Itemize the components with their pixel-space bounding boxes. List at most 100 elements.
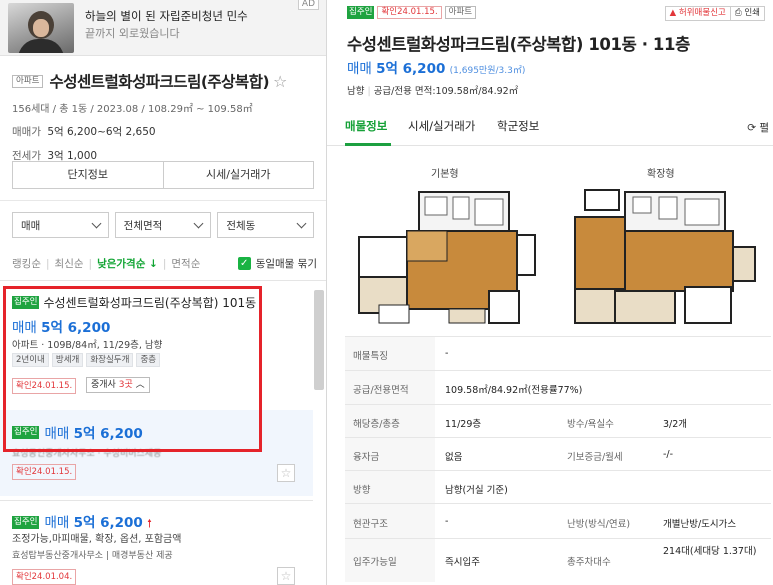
row-label: 난방(방식/연료) — [567, 519, 631, 530]
table-row: 현관구조 - 난방(방식/연료) 개별난방/도시가스 — [345, 503, 771, 538]
confirm-date: 확인24.01.15. — [12, 378, 77, 394]
listing-price: 매매 5억 6,200 — [12, 316, 110, 336]
trade-type: 매매 — [347, 61, 372, 77]
sort-ranking[interactable]: 랭킹순 — [12, 256, 41, 271]
row-value: 11/29층 — [445, 419, 482, 430]
confirm-date: 확인24.01.15. — [377, 6, 442, 19]
complex-type-tag: 아파트 — [12, 74, 44, 88]
print-button[interactable]: ⎙ 인쇄 — [729, 7, 764, 20]
complex-name: 수성센트럴화성파크드림(주상복합) — [49, 73, 270, 91]
divider — [0, 200, 326, 201]
sort-area[interactable]: 면적순 — [171, 256, 200, 271]
table-row: 매물특징 - — [345, 336, 771, 370]
row-value: - — [445, 516, 449, 527]
complex-info-button[interactable]: 단지정보 — [13, 162, 163, 188]
tab-listing-info[interactable]: 매물정보 — [345, 118, 387, 134]
row-label: 방향 — [353, 485, 371, 496]
list-scrollbar[interactable] — [314, 290, 324, 390]
row-value: 없음 — [445, 452, 463, 463]
floor-plan-basic-image[interactable] — [349, 187, 539, 327]
favorite-star-icon[interactable]: ☆ — [273, 72, 287, 91]
divider — [0, 280, 326, 281]
price-value: 5억 6,200 — [73, 426, 143, 442]
report-label: 허위매물신고 — [678, 8, 726, 18]
agents-label: 중개사 — [91, 380, 116, 390]
market-price-button[interactable]: 시세/실거래가 — [162, 162, 314, 188]
refresh-button[interactable]: ⟳ 펼 — [747, 120, 769, 135]
chevron-down-icon — [91, 218, 102, 228]
feature-tag: 방세개 — [51, 353, 84, 367]
agents-count: 3곳 — [118, 380, 133, 390]
detail-tools: ▲ 허위매물신고 ⎙ 인쇄 — [664, 6, 765, 21]
dong-select[interactable]: 전체동 — [217, 212, 315, 238]
feature-tag: 화장실두개 — [86, 353, 134, 367]
agents-toggle[interactable]: 중개사 3곳 ︿ — [86, 377, 150, 393]
area-value: 전체면적 — [123, 219, 163, 232]
floor-plan-extended-image[interactable] — [567, 187, 757, 327]
listing-description: 조정가능,마피매물, 확장, 옵션, 포함금액 — [12, 534, 182, 545]
confirm-date: 확인24.01.15. — [12, 464, 77, 480]
trade-type-value: 매매 — [21, 219, 41, 232]
trade-type-select[interactable]: 매매 — [12, 212, 109, 238]
favorite-star-icon[interactable]: ☆ — [277, 567, 295, 585]
ad-badge: AD — [297, 0, 319, 10]
price-value: 5억 6,200 — [73, 515, 143, 531]
sort-low-price[interactable]: 낮은가격순 ↓ — [97, 256, 158, 271]
ad-subline: 끝까지 외로웠습니다 — [85, 27, 180, 40]
detail-badges: 집주인 확인24.01.15. 아파트 — [347, 6, 477, 19]
area-select[interactable]: 전체면적 — [114, 212, 212, 238]
row-label: 융자금 — [353, 452, 380, 463]
chevron-down-icon — [296, 218, 307, 228]
row-value: 3/2개 — [663, 419, 688, 430]
group-same-listing-toggle[interactable]: ✓ 동일매물 묶기 — [237, 256, 317, 271]
owner-badge: 집주인 — [347, 6, 375, 19]
list-item[interactable]: 집주인 매매 5억 6,200 🠕 조정가능,마피매물, 확장, 옵션, 포함금… — [0, 500, 313, 585]
listing-price: 매매 5억 6,200 — [44, 422, 142, 442]
ad-banner[interactable]: 하늘의 별이 된 자립준비청년 민수 끝까지 외로웠습니다 AD — [0, 0, 326, 56]
direction: 남향 — [347, 86, 365, 97]
row-value: 즉시입주 — [445, 557, 480, 568]
siren-icon: ▲ — [669, 8, 677, 18]
feature-tag: 중층 — [136, 353, 161, 367]
sort-latest[interactable]: 최신순 — [55, 256, 84, 271]
sale-price-line: 매매가 5억 6,200~6억 2,650 — [12, 124, 317, 139]
detail-panel: 집주인 확인24.01.15. 아파트 ▲ 허위매물신고 ⎙ 인쇄 수성센트럴화… — [327, 0, 773, 585]
complex-button-row: 단지정보 시세/실거래가 — [12, 161, 314, 189]
chevron-up-icon: ︿ — [135, 380, 145, 390]
row-label: 공급/전용면적 — [353, 385, 409, 396]
report-fake-listing-button[interactable]: ▲ 허위매물신고 — [666, 7, 730, 20]
price-value: 5억 6,200 — [376, 61, 446, 77]
row-label: 해당층/총층 — [353, 419, 400, 430]
tab-market-price[interactable]: 시세/실거래가 — [408, 118, 475, 134]
price-value: 5억 6,200 — [41, 320, 111, 336]
active-tab-underline — [345, 143, 391, 146]
detail-price: 매매 5억 6,200 (1,695만원/3.3㎡) — [347, 57, 525, 77]
detail-table: 매물특징 - 공급/전용면적 109.58㎡/84.92㎡(전용률77%) 해당… — [345, 336, 771, 582]
list-item[interactable]: 집주인 수성센트럴화성파크드림(주상복합) 101동 매매 5억 6,200 아… — [0, 282, 313, 410]
print-icon: ⎙ — [734, 8, 742, 18]
row-label: 현관구조 — [353, 519, 388, 530]
table-row: 해당층/총층 11/29층 방수/욕실수 3/2개 — [345, 404, 771, 437]
print-label: 인쇄 — [744, 8, 760, 18]
trade-type: 매매 — [12, 320, 37, 336]
row-label: 방수/욕실수 — [567, 419, 614, 430]
row-label: 입주가능일 — [353, 557, 397, 568]
ad-thumbnail — [8, 3, 74, 53]
row-label: 총주차대수 — [567, 557, 611, 568]
favorite-star-icon[interactable]: ☆ — [277, 464, 295, 482]
tab-school-info[interactable]: 학군정보 — [497, 118, 539, 134]
detail-title: 수성센트럴화성파크드림(주상복합) 101동 · 11층 — [347, 35, 690, 54]
detail-tabs: 매물정보 시세/실거래가 학군정보 ⟳ 펼 — [327, 108, 773, 146]
sale-price-value: 5억 6,200~6억 2,650 — [47, 126, 156, 138]
ad-headline: 하늘의 별이 된 자립준비청년 민수 — [85, 9, 248, 23]
area-info: 공급/전용 면적:109.58㎡/84.92㎡ — [373, 86, 519, 97]
agency-source-blurred: 효성공인중개사사무소 · 수성비버스제공 — [12, 449, 162, 459]
feature-tag: 2년이내 — [12, 353, 49, 367]
table-row: 융자금 없음 기보증금/월세 -/- — [345, 437, 771, 470]
listing-title: 수성센트럴화성파크드림(주상복합) 101동 — [43, 296, 257, 310]
trade-type: 매매 — [44, 515, 70, 531]
plan-extended-label: 확장형 — [647, 169, 675, 180]
agency-source: 효성탑부동산중개사무소 | 매경부동산 제공 — [12, 551, 173, 561]
confirm-date: 확인24.01.04. — [12, 569, 77, 585]
list-item[interactable]: 집주인 매매 5억 6,200 효성공인중개사사무소 · 수성비버스제공 확인2… — [0, 410, 313, 496]
